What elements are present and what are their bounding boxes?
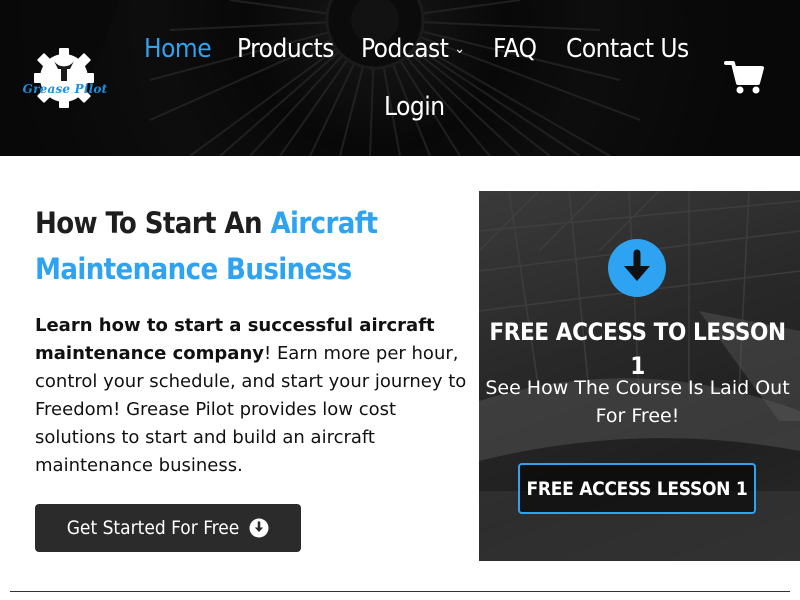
intro-paragraph: Learn how to start a successful aircraft… — [35, 312, 475, 480]
page-title: How To Start An Aircraft Maintenance Bus… — [35, 200, 455, 292]
page-title-part1: How To Start An — [35, 206, 271, 240]
arrow-circle-down-icon — [249, 518, 269, 538]
arrow-circle-down-icon — [608, 239, 666, 297]
section-divider — [10, 591, 790, 592]
get-started-label: Get Started For Free — [66, 517, 240, 539]
main-nav: Home Products Podcast ⌄ FAQ Contact Us Lo… — [0, 0, 800, 156]
nav-login[interactable]: Login — [384, 90, 445, 124]
panel-title: FREE ACCESS TO LESSON 1 — [489, 318, 786, 380]
panel-subtitle: See How The Course Is Laid Out For Free! — [485, 377, 790, 427]
nav-products[interactable]: Products — [237, 32, 334, 66]
free-access-lesson-button[interactable]: FREE ACCESS LESSON 1 — [518, 463, 756, 514]
nav-podcast[interactable]: Podcast ⌄ — [361, 32, 465, 66]
nav-podcast-label: Podcast — [361, 34, 449, 64]
shopping-cart-icon[interactable] — [724, 60, 764, 96]
chevron-down-icon: ⌄ — [454, 41, 465, 57]
nav-faq[interactable]: FAQ — [493, 32, 537, 66]
nav-home[interactable]: Home — [144, 32, 212, 66]
get-started-button[interactable]: Get Started For Free — [35, 504, 301, 552]
nav-contact-us[interactable]: Contact Us — [566, 32, 689, 66]
